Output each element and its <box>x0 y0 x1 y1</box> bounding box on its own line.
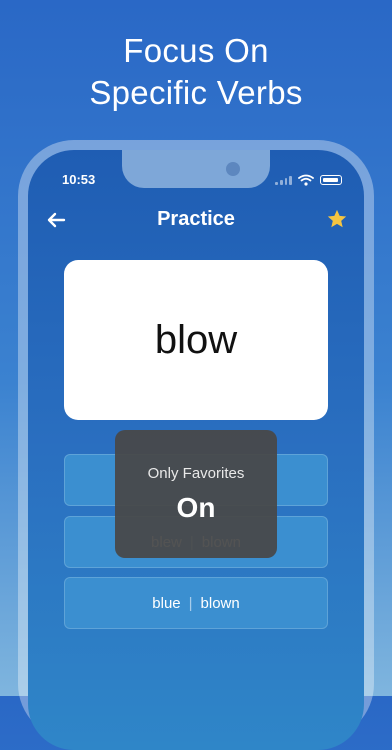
promo-headline: Focus On Specific Verbs <box>0 30 392 114</box>
flashcard-word: blow <box>154 317 238 362</box>
toast-label: Only Favorites <box>147 464 245 482</box>
phone-notch <box>122 150 270 188</box>
promo-headline-line1: Focus On <box>123 32 269 69</box>
option-separator: | <box>188 594 193 612</box>
option-participle: blown <box>200 594 240 612</box>
camera-icon <box>226 162 240 176</box>
status-time: 10:53 <box>62 172 96 187</box>
phone-screen: 10:53 Practice blow blew | blown blue | … <box>28 150 364 750</box>
status-icons <box>275 174 342 186</box>
favorites-toast: Only Favorites On <box>115 430 277 558</box>
promo-headline-line2: Specific Verbs <box>89 74 303 111</box>
toast-value: On <box>176 491 216 523</box>
answer-option-3[interactable]: blue | blown <box>64 577 328 629</box>
option-past: blue <box>152 594 181 612</box>
favorite-star-icon[interactable] <box>326 208 348 230</box>
page-title: Practice <box>157 208 235 230</box>
flashcard[interactable]: blow <box>64 260 328 420</box>
battery-icon <box>320 175 342 185</box>
signal-icon <box>275 175 292 185</box>
wifi-icon <box>298 174 314 186</box>
